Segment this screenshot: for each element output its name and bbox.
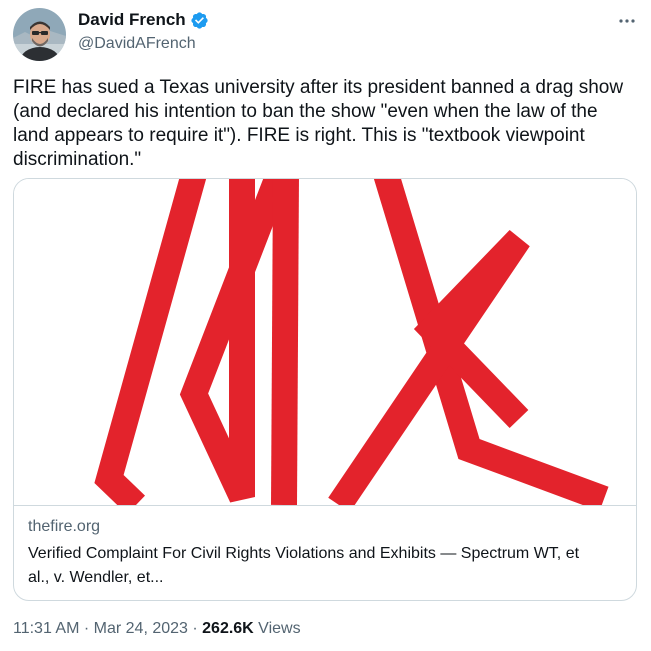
author-display-name[interactable]: David French [78, 10, 186, 30]
card-domain: thefire.org [28, 518, 101, 535]
tweet-text: FIRE has sued a Texas university after i… [13, 77, 624, 170]
tweet-date[interactable]: Mar 24, 2023 [94, 620, 188, 638]
tweet-time[interactable]: 11:31 AM [13, 620, 79, 638]
more-dots-icon [619, 19, 635, 23]
verified-badge-icon[interactable] [190, 11, 209, 30]
link-card[interactable]: thefire.org Verified Complaint For Civil… [13, 178, 637, 601]
views-label: Views [253, 620, 301, 637]
meta-separator: · [79, 620, 94, 637]
card-title: Verified Complaint For Civil Rights Viol… [28, 545, 580, 586]
avatar[interactable] [13, 8, 66, 61]
avatar-photo [13, 8, 66, 61]
red-logo-graphic [94, 179, 609, 515]
views-count: 262.6K [202, 620, 254, 637]
card-image[interactable] [14, 179, 636, 515]
meta-separator-2: · [187, 620, 203, 637]
more-options-button[interactable] [612, 10, 642, 32]
author-handle[interactable]: @DavidAFrench [78, 35, 196, 53]
tweet-meta: 11:31 AM · Mar 24, 2023 · 262.6K Views [13, 620, 301, 638]
card-body: thefire.org Verified Complaint For Civil… [14, 505, 636, 600]
author-name-row: David French [78, 10, 209, 30]
